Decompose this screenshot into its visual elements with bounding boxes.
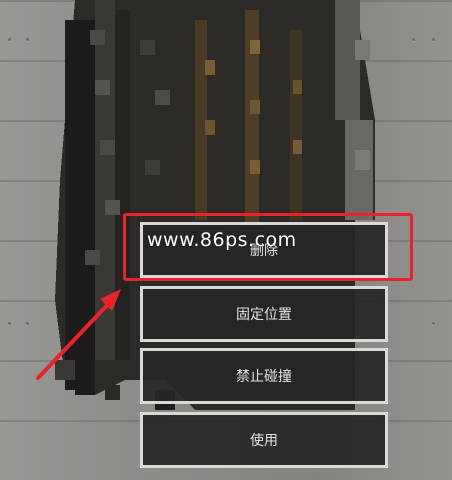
game-scene: 删除 固定位置 禁止碰撞 使用 www.86ps.com [0,0,452,480]
red-arrow-annotation [36,289,121,380]
